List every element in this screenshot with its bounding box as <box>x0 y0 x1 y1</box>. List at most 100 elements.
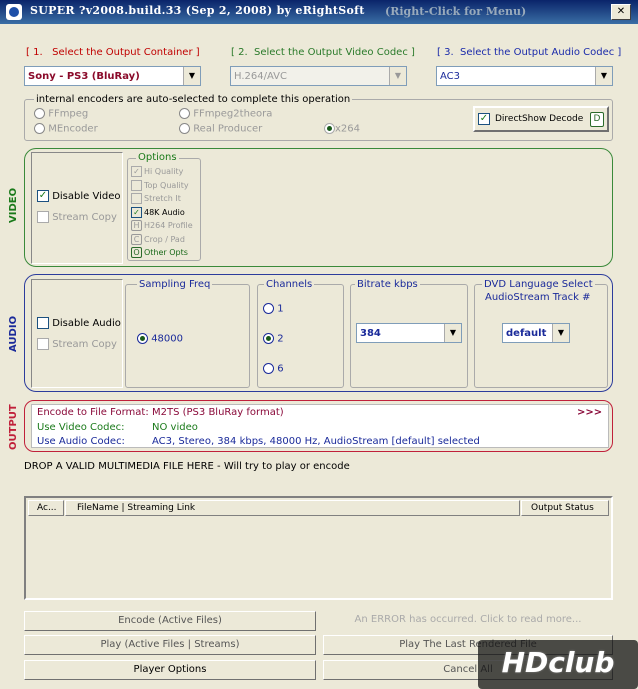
video-section-label: VIDEO <box>8 187 19 223</box>
radio-icon <box>263 303 274 314</box>
audio-section-label: AUDIO <box>8 315 19 352</box>
close-icon: ✕ <box>616 6 626 17</box>
encoder-x264[interactable]: x264 <box>324 123 360 135</box>
channel-1-radio[interactable]: 1 <box>263 303 284 315</box>
video-options-title: Options <box>136 152 179 163</box>
chevron-down-icon[interactable]: ▼ <box>444 324 461 342</box>
step1-header: [ 1. Select the Output Container ] <box>26 47 200 58</box>
option-hi-quality[interactable]: ✓ Hi Quality <box>131 165 201 179</box>
bitrate-value: 384 <box>360 328 381 339</box>
checkbox-icon: ✓ <box>131 166 142 177</box>
key-icon: O <box>131 247 142 258</box>
play-button[interactable]: Play (Active Files | Streams) <box>24 635 316 655</box>
window-title: SUPER ?v2008.build.33 (Sep 2, 2008) by e… <box>30 4 365 17</box>
video-codec-value: H.264/AVC <box>234 71 288 82</box>
dvd-title: DVD Language Select <box>482 279 595 290</box>
checkbox-icon <box>131 179 142 191</box>
audio-stream-copy-checkbox[interactable]: Stream Copy <box>37 338 117 350</box>
audio-codec-select[interactable]: AC3 ▼ <box>436 66 613 86</box>
bitrate-select[interactable]: 384 ▼ <box>356 323 462 343</box>
option-h264-profile[interactable]: H H264 Profile <box>131 219 201 233</box>
col-filename[interactable]: FileName | Streaming Link <box>65 500 520 516</box>
option-crop-pad[interactable]: C Crop / Pad <box>131 233 201 247</box>
option-top-quality[interactable]: Top Quality <box>131 179 201 193</box>
radio-icon <box>263 333 274 344</box>
encoder-realproducer[interactable]: Real Producer <box>179 123 262 135</box>
right-click-hint: (Right-Click for Menu) <box>385 5 527 18</box>
checkbox-icon <box>37 317 49 329</box>
disable-audio-checkbox[interactable]: Disable Audio <box>37 317 121 329</box>
video-codec-select[interactable]: H.264/AVC ▼ <box>230 66 407 86</box>
option-other-opts[interactable]: O Other Opts <box>131 246 201 260</box>
option-stretch[interactable]: Stretch It <box>131 192 201 206</box>
app-icon[interactable] <box>6 4 22 20</box>
output-format-value: M2TS (PS3 BluRay format) <box>152 407 284 418</box>
radio-icon <box>179 108 190 119</box>
encoder-ffmpeg2theora[interactable]: FFmpeg2theora <box>179 108 272 120</box>
disable-video-label: Disable Video <box>52 191 121 202</box>
video-disable-box <box>31 152 123 264</box>
radio-icon <box>34 123 45 134</box>
encoder-mencoder[interactable]: MEncoder <box>34 123 98 135</box>
output-format-label: Encode to File Format: <box>37 407 149 418</box>
channels-title: Channels <box>264 279 315 290</box>
output-audio-value: AC3, Stereo, 384 kbps, 48000 Hz, AudioSt… <box>152 436 480 447</box>
directshow-button[interactable]: ✓ DirectShow Decode D <box>473 106 609 132</box>
radio-icon <box>324 123 335 134</box>
title-bar: SUPER ?v2008.build.33 (Sep 2, 2008) by e… <box>0 0 638 24</box>
disable-audio-label: Disable Audio <box>52 318 121 329</box>
step2-header: [ 2. Select the Output Video Codec ] <box>231 47 415 58</box>
radio-icon <box>34 108 45 119</box>
channel-2-radio[interactable]: 2 <box>263 333 284 345</box>
audio-stream-copy-label: Stream Copy <box>52 339 117 350</box>
video-stream-copy-checkbox[interactable]: Stream Copy <box>37 211 117 223</box>
dvd-track-select[interactable]: default ▼ <box>502 323 570 343</box>
step3-header: [ 3. Select the Output Audio Codec ] <box>437 47 622 58</box>
checkbox-icon <box>131 193 142 204</box>
audio-disable-box <box>31 279 123 388</box>
video-stream-copy-label: Stream Copy <box>52 212 117 223</box>
encode-button[interactable]: Encode (Active Files) <box>24 611 316 631</box>
container-value: Sony - PS3 (BluRay) <box>28 71 140 82</box>
player-options-button[interactable]: Player Options <box>24 660 316 680</box>
output-section-label: OUTPUT <box>8 404 19 450</box>
encoder-ffmpeg[interactable]: FFmpeg <box>34 108 88 120</box>
col-active[interactable]: Ac... <box>28 500 64 516</box>
file-list[interactable]: Ac... FileName | Streaming Link Output S… <box>24 496 613 600</box>
output-video-label: Use Video Codec: <box>37 422 125 433</box>
directshow-label: DirectShow Decode <box>495 114 584 124</box>
output-audio-label: Use Audio Codec: <box>37 436 125 447</box>
radio-icon <box>263 363 274 374</box>
key-icon: C <box>131 233 142 245</box>
hdclub-watermark: HDclub <box>478 640 638 689</box>
checkbox-icon: ✓ <box>37 190 49 202</box>
encoders-label: internal encoders are auto-selected to c… <box>34 94 353 105</box>
chevron-down-icon[interactable]: ▼ <box>183 67 200 85</box>
sampling-title: Sampling Freq <box>137 279 213 290</box>
key-icon: H <box>131 220 142 231</box>
more-arrows[interactable]: >>> <box>577 407 602 418</box>
option-48k-audio[interactable]: ✓ 48K Audio <box>131 206 201 220</box>
drop-hint: DROP A VALID MULTIMEDIA FILE HERE - Will… <box>24 461 350 472</box>
audio-codec-value: AC3 <box>440 71 461 82</box>
error-link[interactable]: An ERROR has occurred. Click to read mor… <box>323 611 613 631</box>
chevron-down-icon[interactable]: ▼ <box>552 324 569 342</box>
chevron-down-icon[interactable]: ▼ <box>595 67 612 85</box>
channel-6-radio[interactable]: 6 <box>263 363 284 375</box>
directshow-key: D <box>590 112 604 127</box>
container-select[interactable]: Sony - PS3 (BluRay) ▼ <box>24 66 201 86</box>
dvd-track-value: default <box>506 328 547 339</box>
checkbox-icon <box>37 338 49 350</box>
sampling-48000-radio[interactable]: 48000 <box>137 333 183 345</box>
radio-icon <box>137 333 148 344</box>
close-button[interactable]: ✕ <box>611 4 631 20</box>
checkbox-icon <box>37 211 49 223</box>
checkbox-icon: ✓ <box>478 113 490 125</box>
chevron-down-icon[interactable]: ▼ <box>389 67 406 85</box>
dvd-subtitle: AudioStream Track # <box>485 292 591 303</box>
bitrate-title: Bitrate kbps <box>355 279 420 290</box>
output-video-value: NO video <box>152 422 198 433</box>
col-output-status[interactable]: Output Status <box>521 500 609 516</box>
checkbox-icon: ✓ <box>131 206 142 218</box>
disable-video-checkbox[interactable]: ✓ Disable Video <box>37 190 120 202</box>
